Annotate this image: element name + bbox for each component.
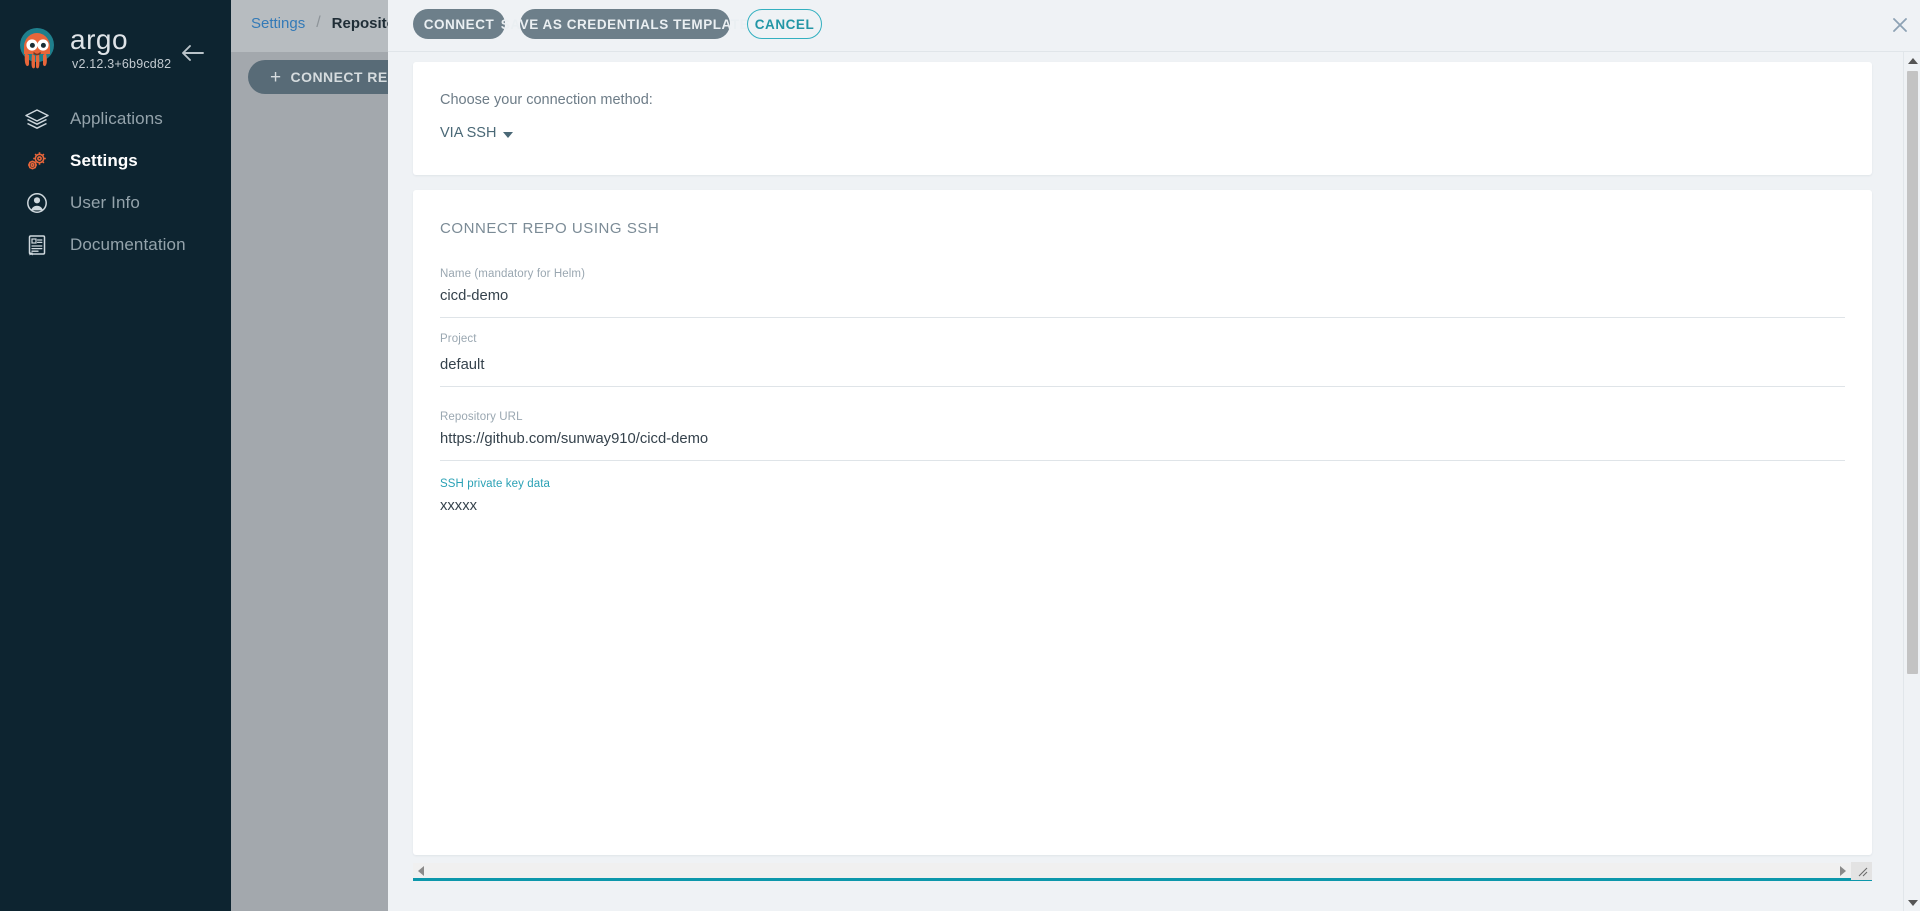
scroll-down-button[interactable] bbox=[1904, 894, 1920, 911]
vertical-scrollbar[interactable] bbox=[1903, 52, 1920, 911]
book-icon bbox=[20, 230, 54, 260]
sidebar-item-user-info[interactable]: User Info bbox=[0, 182, 231, 224]
field-underline bbox=[440, 317, 1845, 318]
close-modal-button[interactable] bbox=[1885, 10, 1915, 40]
sidebar-item-applications[interactable]: Applications bbox=[0, 98, 231, 140]
field-project: Project default bbox=[440, 333, 1845, 387]
breadcrumb-separator: / bbox=[316, 14, 321, 31]
connection-method-prompt: Choose your connection method: bbox=[440, 92, 653, 108]
connect-repo-form-card: CONNECT REPO USING SSH Name (mandatory f… bbox=[413, 190, 1872, 855]
field-label-ssh-private-key-data[interactable]: SSH private key data bbox=[440, 478, 1845, 490]
sidebar-item-documentation[interactable]: Documentation bbox=[0, 224, 231, 266]
triangle-up-icon bbox=[1907, 57, 1918, 64]
sidebar-label-documentation: Documentation bbox=[70, 235, 186, 254]
triangle-left-icon bbox=[418, 865, 424, 876]
plus-icon: + bbox=[270, 66, 282, 88]
field-ssh-private-key: SSH private key data xxxxx bbox=[440, 478, 1845, 517]
save-as-credentials-template-button[interactable]: SAVE AS CREDENTIALS TEMPLATE bbox=[501, 9, 749, 39]
project-input[interactable]: default bbox=[440, 354, 1845, 376]
horizontal-scrollbar[interactable] bbox=[413, 861, 1872, 881]
sidebar-brand-row: argo v2.12.3+6b9cd82 bbox=[0, 18, 231, 80]
field-underline bbox=[440, 460, 1845, 461]
connection-method-value: VIA SSH bbox=[440, 125, 497, 141]
repository-url-input[interactable]: https://github.com/sunway910/cicd-demo bbox=[440, 428, 1845, 450]
connection-method-card: Choose your connection method: VIA SSH bbox=[413, 62, 1872, 175]
arrow-left-icon bbox=[182, 45, 204, 61]
connect-repo-modal: CONNECT SAVE AS CREDENTIALS TEMPLATE CAN… bbox=[388, 0, 1920, 911]
connect-button[interactable]: CONNECT bbox=[413, 9, 505, 39]
field-label-name: Name (mandatory for Helm) bbox=[440, 268, 586, 280]
field-label-repository-url: Repository URL bbox=[440, 411, 523, 423]
user-circle-icon bbox=[20, 188, 54, 218]
scroll-left-button[interactable] bbox=[413, 862, 429, 880]
close-icon bbox=[1893, 18, 1907, 32]
field-name: Name (mandatory for Helm) cicd-demo bbox=[440, 268, 1845, 318]
name-input[interactable]: cicd-demo bbox=[440, 285, 1845, 307]
triangle-right-icon bbox=[1840, 865, 1846, 876]
version-label: v2.12.3+6b9cd82 bbox=[72, 57, 172, 71]
form-title: CONNECT REPO USING SSH bbox=[440, 220, 660, 237]
scroll-right-button[interactable] bbox=[1835, 862, 1851, 880]
cancel-button[interactable]: CANCEL bbox=[747, 9, 822, 39]
connection-method-dropdown[interactable]: VIA SSH bbox=[440, 125, 514, 141]
gears-icon bbox=[20, 146, 54, 176]
scroll-up-button[interactable] bbox=[1904, 52, 1920, 69]
layers-icon bbox=[20, 104, 54, 134]
field-repository-url: Repository URL https://github.com/sunway… bbox=[440, 411, 1845, 461]
collapse-sidebar-button[interactable] bbox=[178, 40, 208, 66]
triangle-down-icon bbox=[1907, 899, 1918, 906]
sidebar-label-applications: Applications bbox=[70, 109, 163, 128]
modal-toolbar: CONNECT SAVE AS CREDENTIALS TEMPLATE CAN… bbox=[388, 0, 1920, 52]
resize-grip-icon[interactable] bbox=[1851, 861, 1872, 880]
app-root: argo v2.12.3+6b9cd82 Applications Settin… bbox=[0, 0, 1920, 911]
vertical-scrollbar-thumb[interactable] bbox=[1907, 71, 1918, 674]
field-underline bbox=[440, 386, 1845, 387]
brand-name: argo bbox=[70, 24, 129, 55]
sidebar: argo v2.12.3+6b9cd82 Applications Settin… bbox=[0, 0, 231, 911]
ssh-private-key-input[interactable]: xxxxx bbox=[440, 495, 1845, 517]
argo-octopus-logo-icon bbox=[20, 28, 54, 69]
breadcrumb-settings[interactable]: Settings bbox=[251, 15, 305, 32]
field-label-project: Project bbox=[440, 333, 477, 345]
sidebar-label-settings: Settings bbox=[70, 151, 138, 170]
chevron-down-icon bbox=[503, 131, 514, 138]
sidebar-label-user-info: User Info bbox=[70, 193, 140, 212]
sidebar-nav: Applications Settings User Info Document… bbox=[0, 98, 231, 266]
sidebar-item-settings[interactable]: Settings bbox=[0, 140, 231, 182]
